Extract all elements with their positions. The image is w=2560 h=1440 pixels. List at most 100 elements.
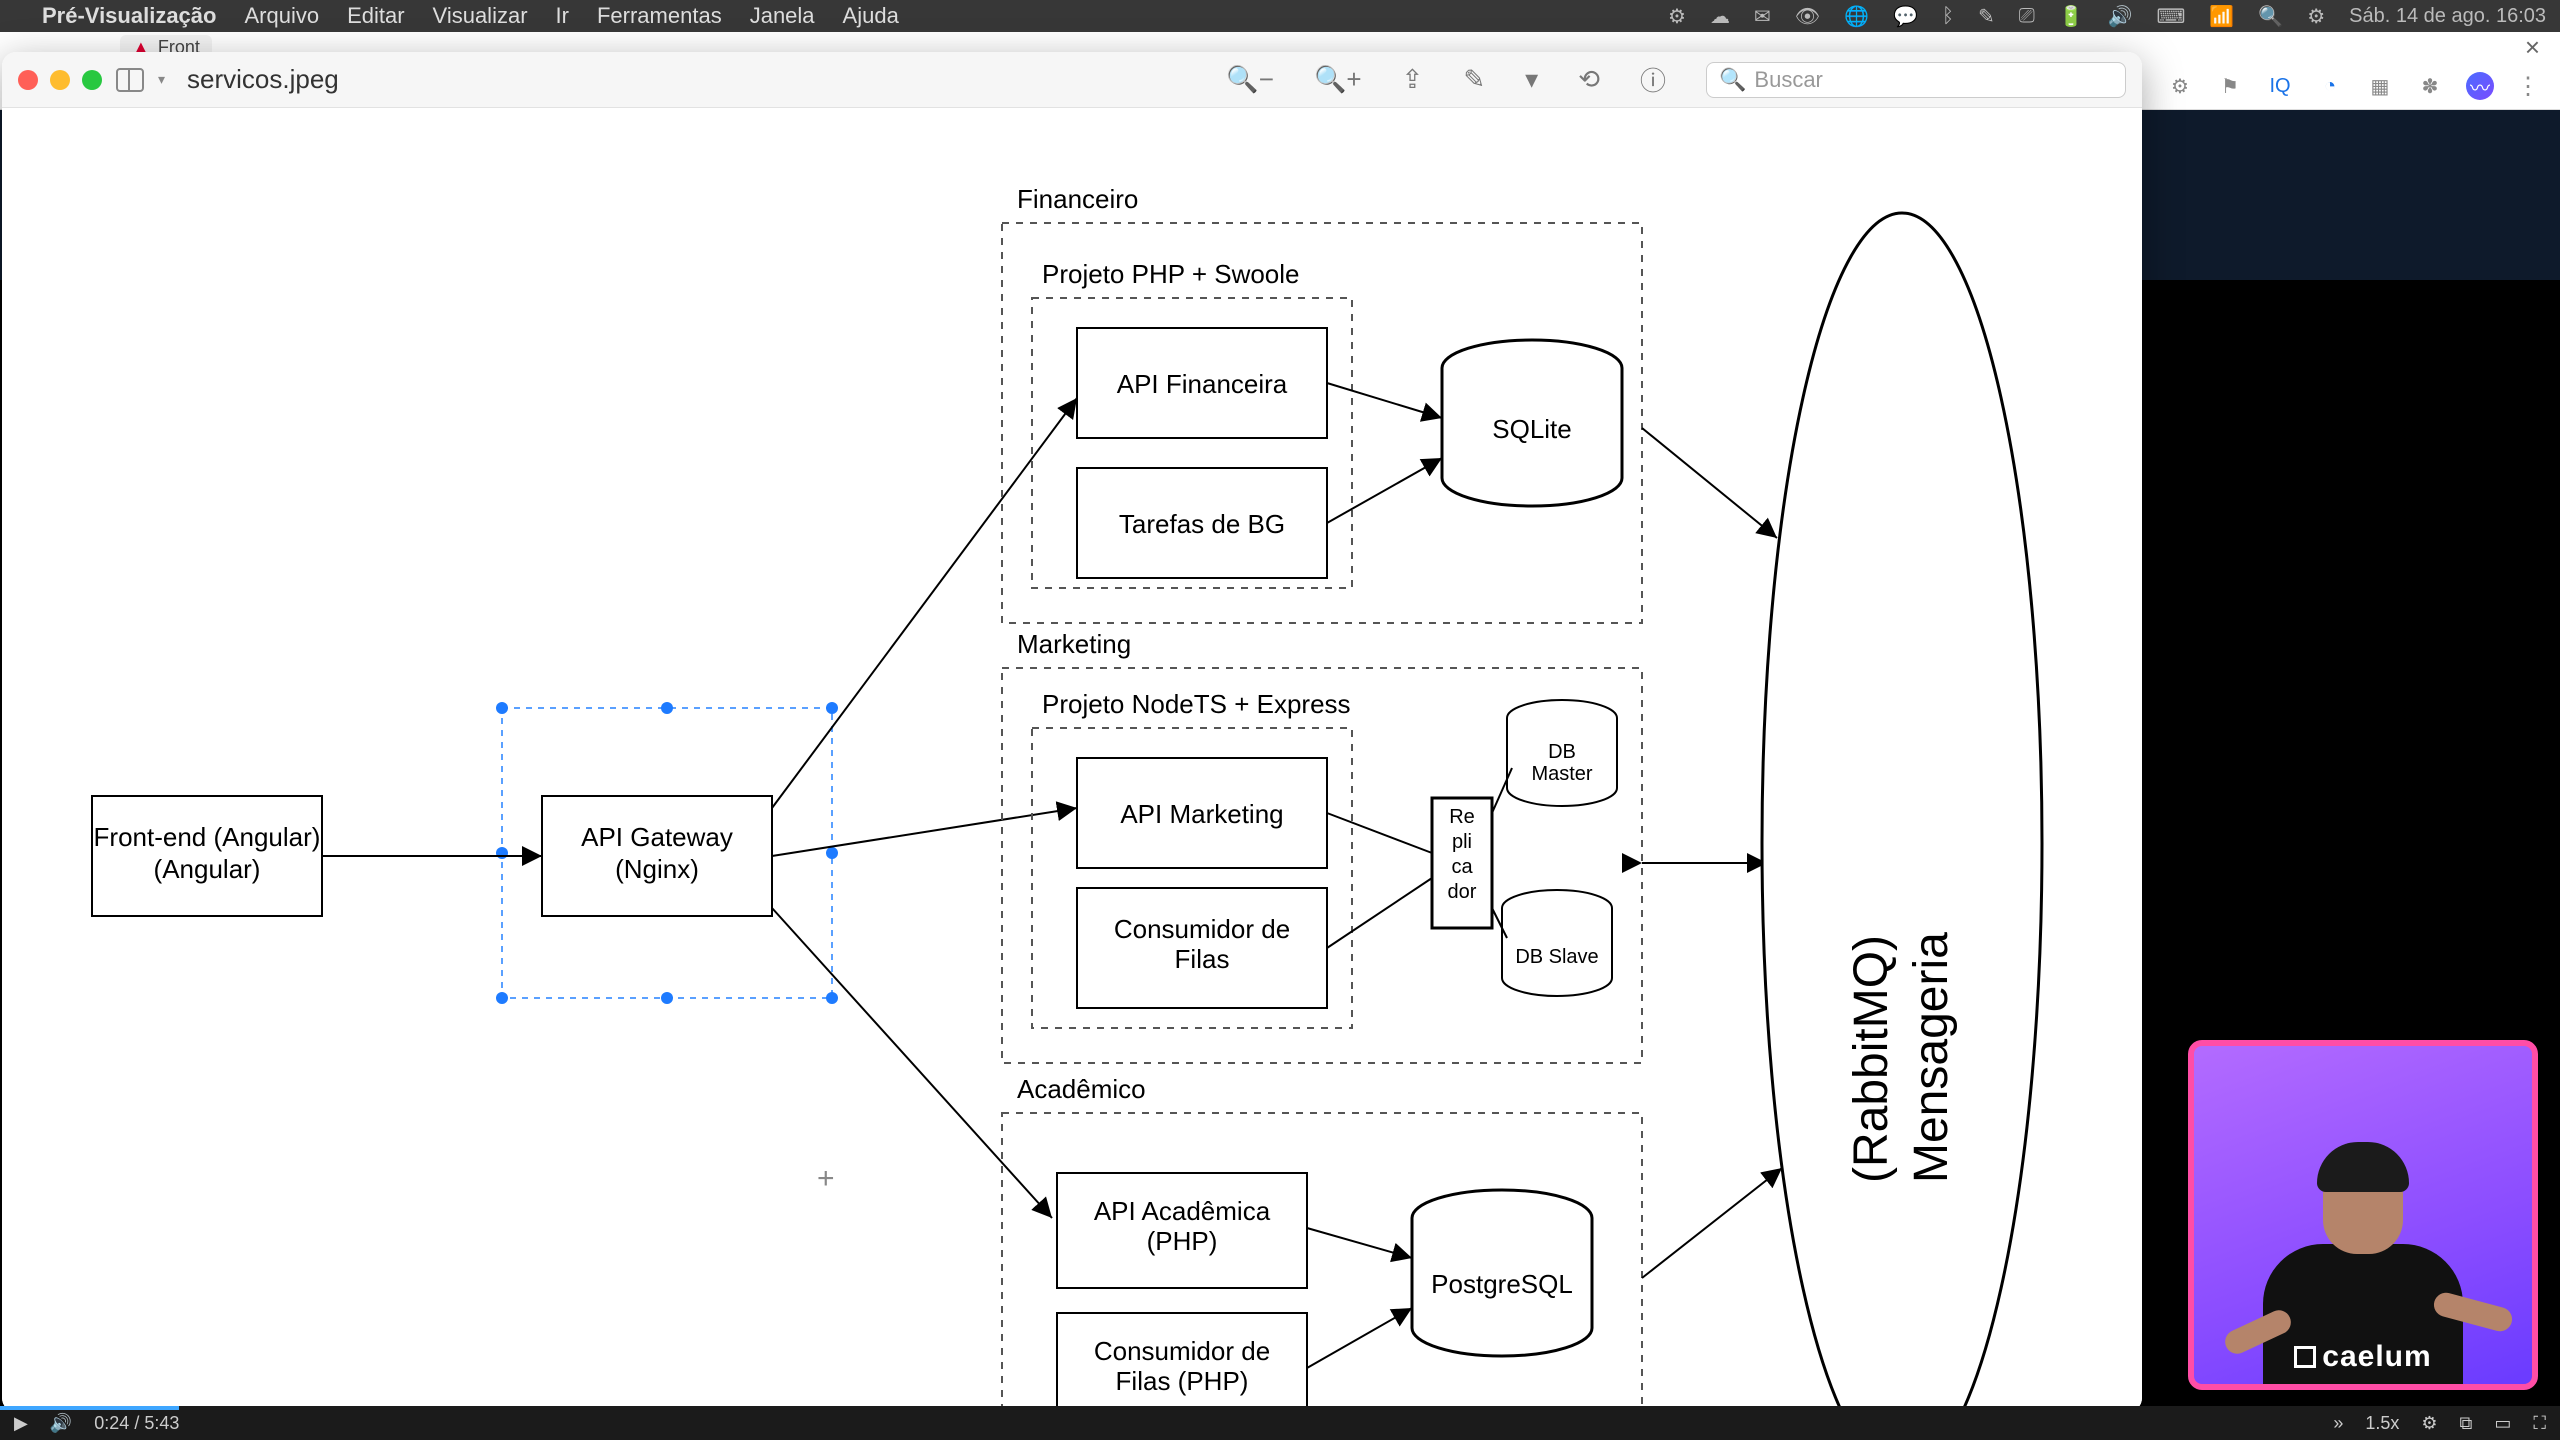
svg-text:Filas: Filas [1175,944,1230,974]
diagram-canvas: Front-end (Angular) (Angular) API Gatewa… [2,108,2142,1412]
play-button[interactable]: ▶ [14,1413,28,1434]
theater-icon[interactable]: ▭ [2494,1413,2511,1434]
app-name[interactable]: Pré-Visualização [42,3,216,29]
edge [1642,428,1777,538]
window-title: servicos.jpeg [187,64,339,95]
svg-text:SQLite: SQLite [1492,414,1572,444]
svg-text:DB: DB [1548,741,1576,763]
extension-icon[interactable]: IQ [2266,72,2294,100]
markup-icon[interactable]: ✎ [1463,64,1485,95]
edge [1327,813,1432,853]
svg-text:Mensageria: Mensageria [1905,932,1958,1183]
status-icon[interactable]: 💬 [1893,4,1918,29]
extension-icon[interactable]: ✽ [2416,72,2444,100]
progress-bar[interactable] [0,1406,179,1410]
next-icon[interactable]: » [2333,1413,2343,1434]
group-title-financeiro: Financeiro [1017,184,1138,214]
webcam-overlay: caelum [2188,1040,2538,1390]
close-button[interactable] [18,70,38,90]
fullscreen-button[interactable] [82,70,102,90]
node-api-financeira[interactable]: API Financeira [1077,328,1327,438]
db-slave[interactable]: DB Slave [1502,890,1612,996]
keyboard-icon[interactable]: ⌨ [2157,4,2186,29]
node-api-gateway[interactable]: API Gateway (Nginx) [542,796,772,916]
svg-text:dor: dor [1448,881,1477,903]
node-tarefas-bg[interactable]: Tarefas de BG [1077,468,1327,578]
status-icon[interactable]: ✉ [1754,4,1771,29]
battery-icon[interactable]: 🔋 [2059,4,2084,29]
edge [1327,383,1442,418]
minimize-button[interactable] [50,70,70,90]
svg-text:Re: Re [1449,806,1475,828]
wifi-icon[interactable]: 📶 [2209,4,2234,29]
pip-icon[interactable]: ⧉ [2460,1413,2473,1434]
svg-text:(Angular): (Angular) [154,854,261,884]
menu-arquivo[interactable]: Arquivo [244,3,319,29]
menu-ferramentas[interactable]: Ferramentas [597,3,722,29]
control-center-icon[interactable]: ⚙ [2307,4,2325,29]
node-consumidor-academico[interactable]: Consumidor de Filas (PHP) [1057,1313,1307,1412]
zoom-in-button[interactable]: 🔍+ [1314,64,1362,95]
search-placeholder: Buscar [1754,67,1822,93]
bluetooth-icon[interactable]: ᛒ [1942,5,1954,28]
browser-menu-button[interactable]: ⋮ [2516,72,2540,101]
edge [1307,1308,1412,1368]
info-icon[interactable]: ⓘ [1640,61,1666,98]
db-master[interactable]: DB Master [1507,700,1617,806]
menu-ir[interactable]: Ir [556,3,569,29]
volume-icon[interactable]: 🔊 [50,1413,72,1434]
group-title-marketing: Marketing [1017,629,1131,659]
menu-editar[interactable]: Editar [347,3,404,29]
svg-text:Front-end (Angular): Front-end (Angular) [94,822,321,852]
node-frontend[interactable]: Front-end (Angular) (Angular) [92,796,322,916]
status-icon[interactable]: ☁ [1710,4,1730,29]
node-api-academica[interactable]: API Acadêmica (PHP) [1057,1173,1307,1288]
video-player-bar: ▶ 🔊 0:24 / 5:43 » 1.5x ⚙ ⧉ ▭ ⛶ [0,1406,2560,1440]
search-input[interactable]: 🔍 Buscar [1706,62,2126,98]
node-consumidor-filas[interactable]: Consumidor de Filas [1077,888,1327,1008]
svg-text:PostgreSQL: PostgreSQL [1431,1269,1573,1299]
rotate-icon[interactable]: ⟲ [1578,64,1600,95]
node-replicador[interactable]: Re pli ca dor [1432,798,1492,928]
menu-ajuda[interactable]: Ajuda [843,3,899,29]
svg-text:API Acadêmica: API Acadêmica [1094,1196,1271,1226]
clock[interactable]: Sáb. 14 de ago. 16:03 [2349,5,2546,28]
settings-icon[interactable]: ⚙ [2421,1413,2437,1434]
flag-icon[interactable]: ⚑ [2216,72,2244,100]
sidebar-toggle-icon[interactable] [116,68,144,92]
svg-text:Consumidor de: Consumidor de [1094,1336,1270,1366]
status-icon[interactable]: 🌐 [1844,4,1869,29]
status-icon[interactable]: 👁 [1795,4,1820,29]
zoom-out-button[interactable]: 🔍− [1226,64,1274,95]
svg-text:ca: ca [1451,856,1473,878]
svg-text:Consumidor de: Consumidor de [1114,914,1290,944]
extension-icon[interactable]: ▦ [2366,72,2394,100]
chevron-down-icon[interactable]: ▾ [158,71,165,88]
db-sqlite[interactable]: SQLite [1442,340,1622,506]
playback-speed[interactable]: 1.5x [2365,1413,2399,1434]
search-icon[interactable]: 🔍 [2258,4,2283,29]
extension-icon[interactable]: 〰 [2466,72,2494,100]
fullscreen-icon[interactable]: ⛶ [2533,1413,2546,1434]
preview-window: ▾ servicos.jpeg 🔍− 🔍+ ⇪ ✎ ▾ ⟲ ⓘ 🔍 Buscar [2,52,2142,1412]
edge [1327,458,1442,523]
extension-icon[interactable]: ◔ [2316,72,2344,100]
menu-visualizar[interactable]: Visualizar [433,3,528,29]
chevron-down-icon[interactable]: ▾ [1525,64,1538,95]
svg-text:pli: pli [1452,831,1472,853]
volume-icon[interactable]: 🔊 [2108,4,2133,29]
edge [1642,1168,1782,1278]
edge [1307,1228,1412,1258]
svg-text:Filas (PHP): Filas (PHP) [1116,1366,1249,1396]
share-icon[interactable]: ⇪ [1402,64,1424,95]
close-icon[interactable]: × [2525,32,2540,63]
db-postgresql[interactable]: PostgreSQL [1412,1190,1592,1356]
display-icon[interactable]: ⎚ [2019,5,2035,28]
extension-icon[interactable]: ⚙ [2166,72,2194,100]
status-icon[interactable]: ✎ [1978,4,1995,29]
node-api-marketing[interactable]: API Marketing [1077,758,1327,868]
status-icon[interactable]: ⚙ [1668,4,1686,29]
menu-janela[interactable]: Janela [750,3,815,29]
node-mensageria[interactable]: Mensageria (RabbitMQ) [1762,213,2042,1412]
window-titlebar: ▾ servicos.jpeg 🔍− 🔍+ ⇪ ✎ ▾ ⟲ ⓘ 🔍 Buscar [2,52,2142,108]
